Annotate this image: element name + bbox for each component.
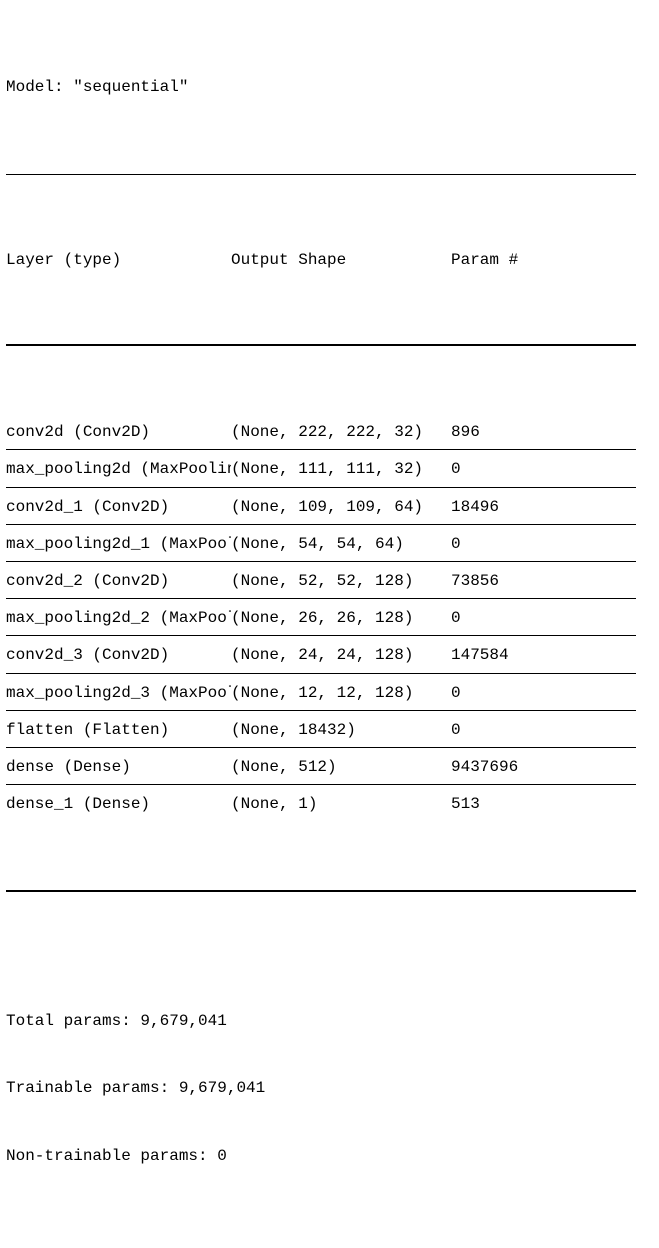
table-row: flatten (Flatten)(None, 18432)0	[6, 717, 653, 744]
cell-shape: (None, 1)	[231, 793, 451, 816]
cell-param: 147584	[451, 644, 631, 667]
cell-param: 0	[451, 719, 631, 742]
cell-shape: (None, 222, 222, 32)	[231, 421, 451, 444]
model-title: Model: "sequential"	[6, 76, 653, 99]
cell-param: 0	[451, 533, 631, 556]
row-separator	[6, 561, 636, 562]
cell-shape: (None, 52, 52, 128)	[231, 570, 451, 593]
row-separator	[6, 747, 636, 748]
cell-layer: flatten (Flatten)	[6, 719, 231, 742]
row-separator	[6, 487, 636, 488]
cell-param: 73856	[451, 570, 631, 593]
table-row: max_pooling2d (MaxPooling2D)(None, 111, …	[6, 456, 653, 483]
row-separator	[6, 784, 636, 785]
cell-shape: (None, 12, 12, 128)	[231, 682, 451, 705]
cell-layer: max_pooling2d_1 (MaxPooling2	[6, 533, 231, 556]
header-layer: Layer (type)	[6, 249, 231, 272]
table-row: dense (Dense)(None, 512)9437696	[6, 754, 653, 781]
cell-shape: (None, 111, 111, 32)	[231, 458, 451, 481]
cell-param: 0	[451, 682, 631, 705]
header-param: Param #	[451, 249, 631, 272]
cell-shape: (None, 18432)	[231, 719, 451, 742]
table-row: conv2d_2 (Conv2D)(None, 52, 52, 128)7385…	[6, 568, 653, 595]
row-separator	[6, 635, 636, 636]
cell-shape: (None, 109, 109, 64)	[231, 496, 451, 519]
cell-layer: conv2d_1 (Conv2D)	[6, 496, 231, 519]
table-row: conv2d (Conv2D)(None, 222, 222, 32)896	[6, 419, 653, 446]
table-row: max_pooling2d_3 (MaxPooling2(None, 12, 1…	[6, 680, 653, 707]
cell-layer: conv2d_2 (Conv2D)	[6, 570, 231, 593]
cell-layer: max_pooling2d_3 (MaxPooling2	[6, 682, 231, 705]
row-separator	[6, 673, 636, 674]
table-row: max_pooling2d_1 (MaxPooling2(None, 54, 5…	[6, 531, 653, 558]
cell-shape: (None, 26, 26, 128)	[231, 607, 451, 630]
trainable-params: Trainable params: 9,679,041	[6, 1077, 653, 1099]
cell-layer: max_pooling2d (MaxPooling2D)	[6, 458, 231, 481]
header-row: Layer (type) Output Shape Param #	[6, 249, 653, 272]
totals-block: Total params: 9,679,041 Trainable params…	[6, 965, 653, 1211]
separator-header-thick	[6, 344, 636, 346]
cell-layer: dense (Dense)	[6, 756, 231, 779]
table-row: max_pooling2d_2 (MaxPooling2(None, 26, 2…	[6, 605, 653, 632]
cell-layer: conv2d (Conv2D)	[6, 421, 231, 444]
rows-container: conv2d (Conv2D)(None, 222, 222, 32)896 ma…	[6, 419, 653, 818]
table-row: conv2d_3 (Conv2D)(None, 24, 24, 128)1475…	[6, 642, 653, 669]
row-separator	[6, 449, 636, 450]
table-row: dense_1 (Dense)(None, 1)513	[6, 791, 653, 818]
model-summary: Model: "sequential" Layer (type) Output …	[6, 6, 653, 1248]
cell-layer: max_pooling2d_2 (MaxPooling2	[6, 607, 231, 630]
separator-top-thin	[6, 174, 636, 175]
cell-param: 896	[451, 421, 631, 444]
table-row: conv2d_1 (Conv2D)(None, 109, 109, 64)184…	[6, 494, 653, 521]
cell-param: 513	[451, 793, 631, 816]
header-shape: Output Shape	[231, 249, 451, 272]
row-separator	[6, 524, 636, 525]
cell-shape: (None, 54, 54, 64)	[231, 533, 451, 556]
total-params: Total params: 9,679,041	[6, 1010, 653, 1032]
row-separator	[6, 710, 636, 711]
cell-param: 18496	[451, 496, 631, 519]
separator-bottom-thick	[6, 890, 636, 892]
row-separator	[6, 598, 636, 599]
cell-layer: conv2d_3 (Conv2D)	[6, 644, 231, 667]
cell-param: 9437696	[451, 756, 631, 779]
cell-shape: (None, 512)	[231, 756, 451, 779]
cell-layer: dense_1 (Dense)	[6, 793, 231, 816]
cell-param: 0	[451, 607, 631, 630]
nontrainable-params: Non-trainable params: 0	[6, 1145, 653, 1167]
cell-param: 0	[451, 458, 631, 481]
cell-shape: (None, 24, 24, 128)	[231, 644, 451, 667]
